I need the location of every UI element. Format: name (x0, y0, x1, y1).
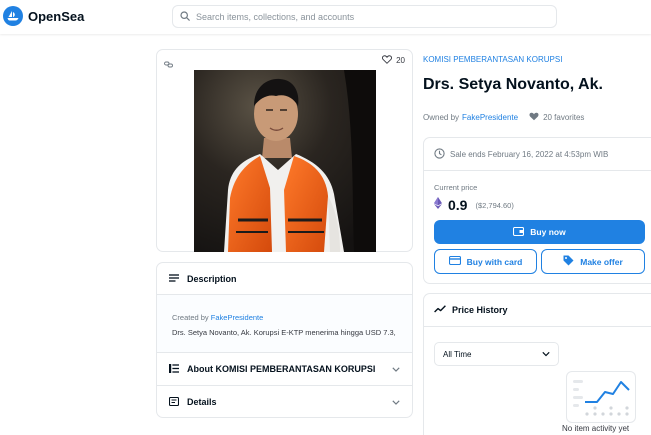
search-input[interactable] (196, 11, 536, 22)
details-icon (168, 396, 180, 408)
current-price-label: Current price (434, 183, 478, 192)
text-lines-icon (169, 273, 179, 284)
description-heading: Description (187, 273, 237, 284)
buy-with-card-button[interactable]: Buy with card (434, 249, 537, 274)
creator-link[interactable]: FakePresidente (211, 313, 264, 322)
created-by-line: Created by FakePresidente (172, 313, 397, 322)
collection-info-icon (169, 363, 179, 375)
brand-name: OpenSea (28, 8, 85, 24)
description-body: Created by FakePresidente Drs. Setya Nov… (157, 295, 412, 353)
favorite-count: 20 (396, 56, 405, 65)
opensea-boat-icon (3, 6, 23, 26)
collection-link[interactable]: KOMISI PEMBERANTASAN KORUPSI (423, 55, 562, 64)
sale-panel: Sale ends February 16, 2022 at 4:53pm WI… (423, 137, 651, 284)
favorite-toggle[interactable]: 20 (382, 55, 405, 66)
make-offer-label: Make offer (580, 256, 623, 267)
link-icon[interactable] (164, 55, 173, 73)
created-by-label: Created by (172, 313, 209, 322)
make-offer-button[interactable]: Make offer (541, 249, 645, 274)
favorites-count: 20 favorites (529, 112, 584, 123)
chevron-down-icon (392, 364, 400, 374)
details-accordion[interactable]: Details (157, 386, 412, 418)
search-bar[interactable] (172, 5, 557, 28)
clock-icon (434, 147, 445, 161)
chevron-down-icon (542, 350, 550, 359)
price-eth: 0.9 (448, 197, 468, 213)
owner-link[interactable]: FakePresidente (462, 113, 518, 122)
description-panel: Description Created by FakePresidente Dr… (156, 262, 413, 418)
description-header[interactable]: Description (157, 263, 412, 295)
ethereum-icon (434, 196, 442, 214)
time-range-value: All Time (443, 349, 472, 359)
favorites-text: 20 favorites (543, 113, 585, 122)
buy-now-label: Buy now (530, 227, 566, 237)
item-title: Drs. Setya Novanto, Ak. (423, 76, 603, 93)
current-price: 0.9 ($2,794.60) (434, 196, 514, 214)
credit-card-icon (448, 255, 461, 267)
price-history-header[interactable]: Price History (424, 294, 651, 327)
price-history-heading: Price History (452, 305, 508, 315)
top-navigation-bar: OpenSea (0, 0, 651, 34)
heart-icon (529, 112, 539, 123)
owned-by-label: Owned by (423, 113, 460, 122)
sale-end-header: Sale ends February 16, 2022 at 4:53pm WI… (424, 138, 651, 171)
opensea-logo[interactable]: OpenSea (3, 6, 84, 26)
nft-portrait-image[interactable] (194, 70, 376, 252)
ownership-line: Owned by FakePresidente 20 favorites (423, 112, 584, 123)
buy-with-card-label: Buy with card (466, 256, 523, 267)
item-media-card: 20 (156, 49, 413, 252)
description-text: Drs. Setya Novanto, Ak. Korupsi E-KTP me… (172, 328, 396, 337)
time-range-select[interactable]: All Time (434, 342, 559, 366)
about-collection-accordion[interactable]: About KOMISI PEMBERANTASAN KORUPSI (157, 353, 412, 386)
empty-chart-illustration (566, 371, 636, 423)
price-usd: ($2,794.60) (475, 200, 514, 210)
search-icon (180, 8, 190, 26)
price-history-panel: Price History All Time No item activity … (423, 293, 651, 435)
wallet-icon (513, 226, 525, 238)
tag-icon (563, 255, 574, 268)
sale-end-text: Sale ends February 16, 2022 at 4:53pm WI… (450, 149, 609, 159)
chevron-down-icon (392, 397, 400, 407)
buy-now-button[interactable]: Buy now (434, 220, 645, 244)
empty-activity-text: No item activity yet (562, 424, 630, 433)
about-collection-label: About KOMISI PEMBERANTASAN KORUPSI (187, 364, 376, 374)
heart-icon (382, 55, 393, 66)
details-label: Details (187, 397, 217, 407)
trend-line-icon (434, 305, 446, 315)
media-toolbar: 20 (157, 50, 412, 70)
